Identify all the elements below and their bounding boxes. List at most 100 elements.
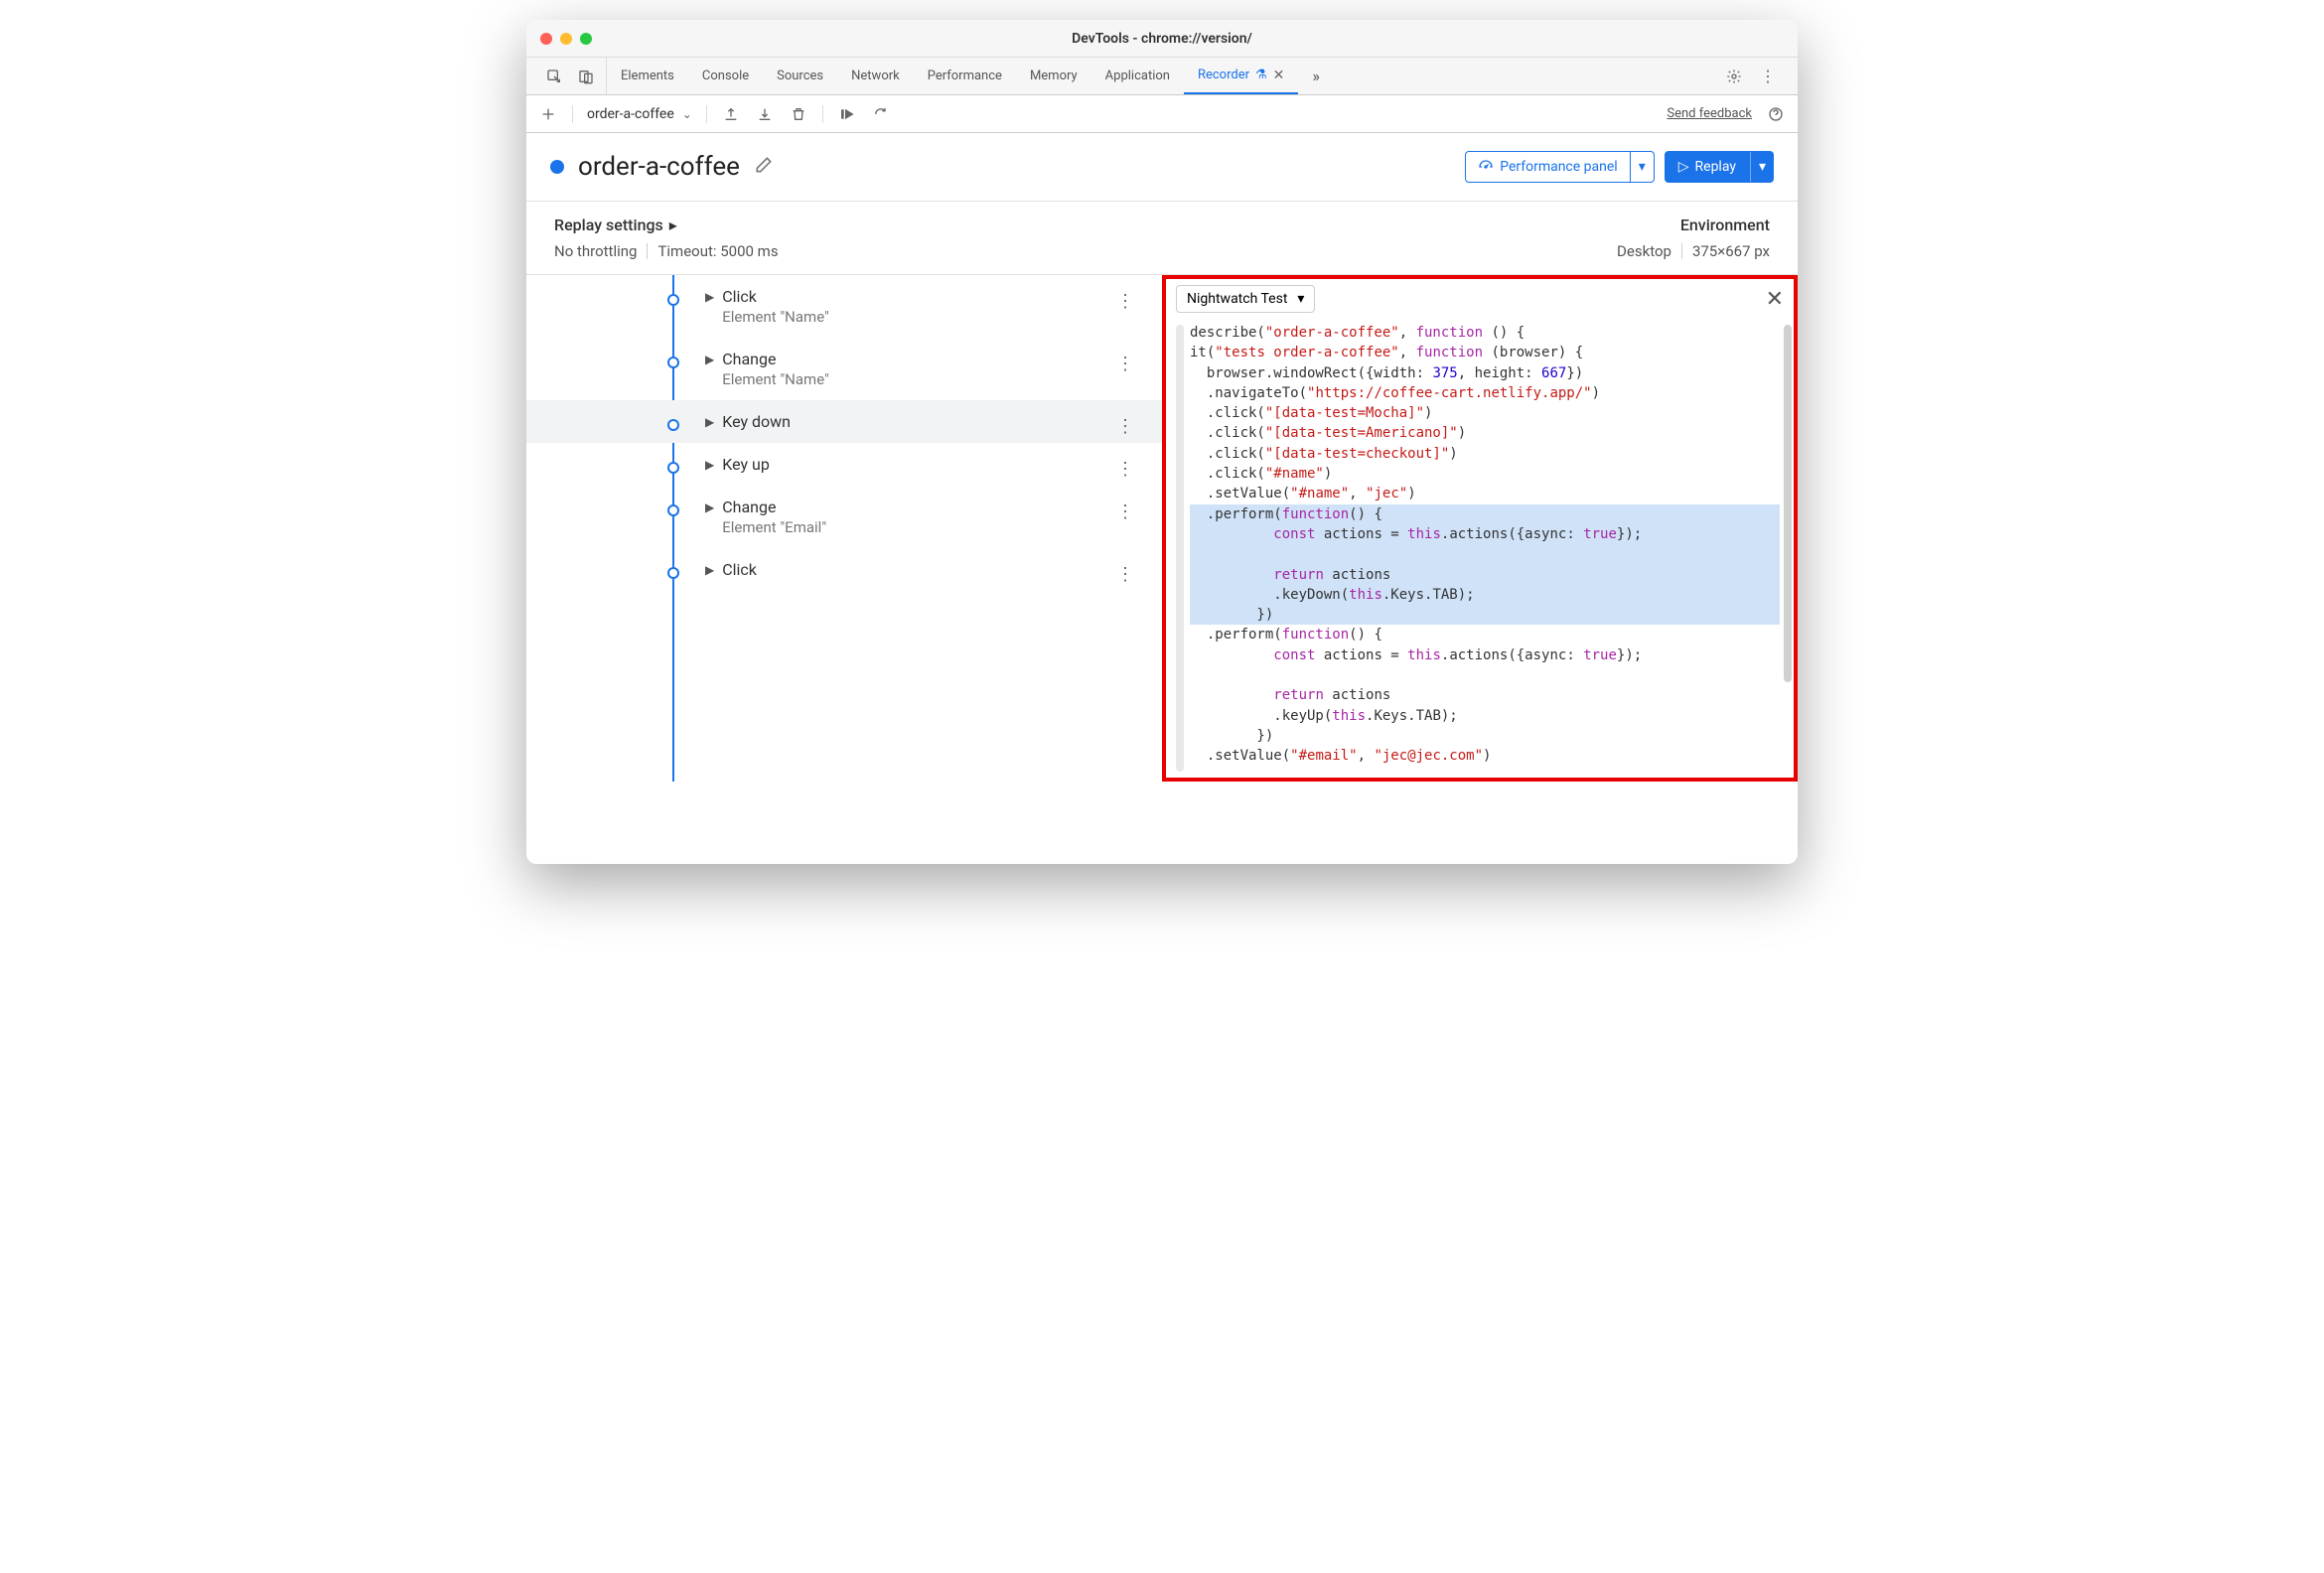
env-size: 375×667 px [1692,242,1770,260]
code-header: Nightwatch Test ▾ ✕ [1162,275,1798,323]
tab-performance[interactable]: Performance [914,58,1016,94]
flask-icon: ⚗ [1255,68,1267,82]
delete-icon[interactable] [789,104,808,124]
step-menu-icon[interactable]: ⋮ [1116,564,1134,585]
chevron-right-icon: ▶ [705,563,714,577]
recording-title: order-a-coffee [578,152,740,182]
throttling-label: No throttling [554,242,637,260]
step-item[interactable]: ▶ Click Element "Name" ⋮ [526,275,1162,338]
recording-name-label: order-a-coffee [587,106,674,122]
step-item[interactable]: ▶ Change Element "Name" ⋮ [526,338,1162,400]
chevron-right-icon: ▶ [705,353,714,366]
tab-elements[interactable]: Elements [607,58,688,94]
replay-button[interactable]: ▷ Replay ▾ [1665,151,1774,183]
edit-title-icon[interactable] [754,155,774,180]
close-window-button[interactable] [540,33,552,45]
chevron-right-icon: ▶ [705,500,714,514]
tab-label: Sources [777,69,823,83]
tab-label: Application [1105,69,1170,83]
step-title: Key up [722,455,770,474]
tab-label: Elements [621,69,674,83]
step-title: Click [722,560,757,579]
environment-label: Environment [1680,215,1770,234]
traffic-lights [526,33,592,45]
steps-column: ▶ Click Element "Name" ⋮ ▶ Change Elemen… [526,275,1162,782]
step-item[interactable]: ▶ Change Element "Email" ⋮ [526,486,1162,548]
settings-gear-icon[interactable] [1724,67,1744,86]
step-menu-icon[interactable]: ⋮ [1116,354,1134,374]
dropdown-label: Nightwatch Test [1187,291,1287,307]
step-subtitle: Element "Name" [722,370,829,388]
tab-label: Network [851,69,900,83]
play-icon: ▷ [1678,159,1689,175]
code-export-panel: Nightwatch Test ▾ ✕ describe("order-a-co… [1162,275,1798,782]
button-label: Replay [1695,159,1736,175]
env-device: Desktop [1617,242,1671,260]
chevron-right-icon: ▸ [669,215,677,234]
section-label: Replay settings [554,215,663,234]
step-dot [667,294,679,306]
step-item[interactable]: ▶ Click ⋮ [526,548,1162,591]
import-icon[interactable] [755,104,775,124]
export-format-dropdown[interactable]: Nightwatch Test ▾ [1176,285,1315,313]
help-icon[interactable] [1766,104,1786,124]
more-tabs-button[interactable]: » [1298,58,1334,94]
step-item-selected[interactable]: ▶ Key down ⋮ [526,400,1162,443]
inspect-element-icon[interactable] [544,67,564,86]
recorder-toolbar: order-a-coffee ⌄ Send feedback [526,95,1798,133]
code-body: describe("order-a-coffee", function () {… [1162,323,1798,781]
step-title: Click [722,287,829,306]
step-title: Key down [722,412,791,431]
chevron-right-icon: ▶ [705,290,714,304]
tab-application[interactable]: Application [1091,58,1184,94]
replay-settings-toggle[interactable]: Replay settings ▸ [554,215,677,234]
step-menu-icon[interactable]: ⋮ [1116,459,1134,480]
recording-header: order-a-coffee Performance panel ▾ ▷ Rep… [526,133,1798,202]
step-title: Change [722,350,829,368]
step-over-icon[interactable] [837,104,857,124]
tab-label: Memory [1030,69,1078,83]
step-title: Change [722,498,826,516]
step-menu-icon[interactable]: ⋮ [1116,416,1134,437]
step-subtitle: Element "Email" [722,518,826,536]
tab-label: Console [702,69,749,83]
devtools-window: DevTools - chrome://version/ Elements Co… [526,20,1798,864]
button-label: Performance panel [1500,159,1618,175]
close-tab-icon[interactable]: ✕ [1273,68,1285,83]
chevron-right-icon: ▶ [705,415,714,429]
send-feedback-link[interactable]: Send feedback [1667,106,1752,121]
settings-subrow: No throttling Timeout: 5000 ms Desktop 3… [526,238,1798,275]
step-menu-icon[interactable]: ⋮ [1116,501,1134,522]
performance-panel-button[interactable]: Performance panel ▾ [1465,151,1655,183]
close-panel-icon[interactable]: ✕ [1766,287,1784,312]
chevron-right-icon: ▶ [705,458,714,472]
step-subtitle: Element "Name" [722,308,829,326]
minimize-window-button[interactable] [560,33,572,45]
tab-label: Performance [928,69,1002,83]
tab-network[interactable]: Network [837,58,914,94]
more-menu-icon[interactable]: ⋮ [1758,67,1778,86]
add-recording-button[interactable] [538,104,558,124]
tab-memory[interactable]: Memory [1016,58,1091,94]
recording-selector[interactable]: order-a-coffee ⌄ [587,106,692,122]
device-toggle-icon[interactable] [576,67,596,86]
step-item[interactable]: ▶ Key up ⋮ [526,443,1162,486]
step-menu-icon[interactable]: ⋮ [1116,291,1134,312]
step-dot [667,419,679,431]
maximize-window-button[interactable] [580,33,592,45]
export-icon[interactable] [721,104,741,124]
settings-row: Replay settings ▸ Environment [526,202,1798,238]
tab-console[interactable]: Console [688,58,763,94]
devtools-tabs-bar: Elements Console Sources Network Perform… [526,58,1798,95]
tab-sources[interactable]: Sources [763,58,837,94]
tab-recorder[interactable]: Recorder ⚗ ✕ [1184,58,1298,94]
step-dot [667,462,679,474]
tabs-list: Elements Console Sources Network Perform… [607,58,1712,94]
chevron-right-icon: » [1312,67,1320,85]
replay-dropdown-icon[interactable]: ▾ [1750,152,1774,182]
step-icon[interactable] [871,104,891,124]
performance-dropdown-icon[interactable]: ▾ [1630,152,1654,182]
chevron-down-icon: ▾ [1297,291,1304,307]
gauge-icon [1478,159,1494,175]
tab-label: Recorder [1198,68,1249,82]
